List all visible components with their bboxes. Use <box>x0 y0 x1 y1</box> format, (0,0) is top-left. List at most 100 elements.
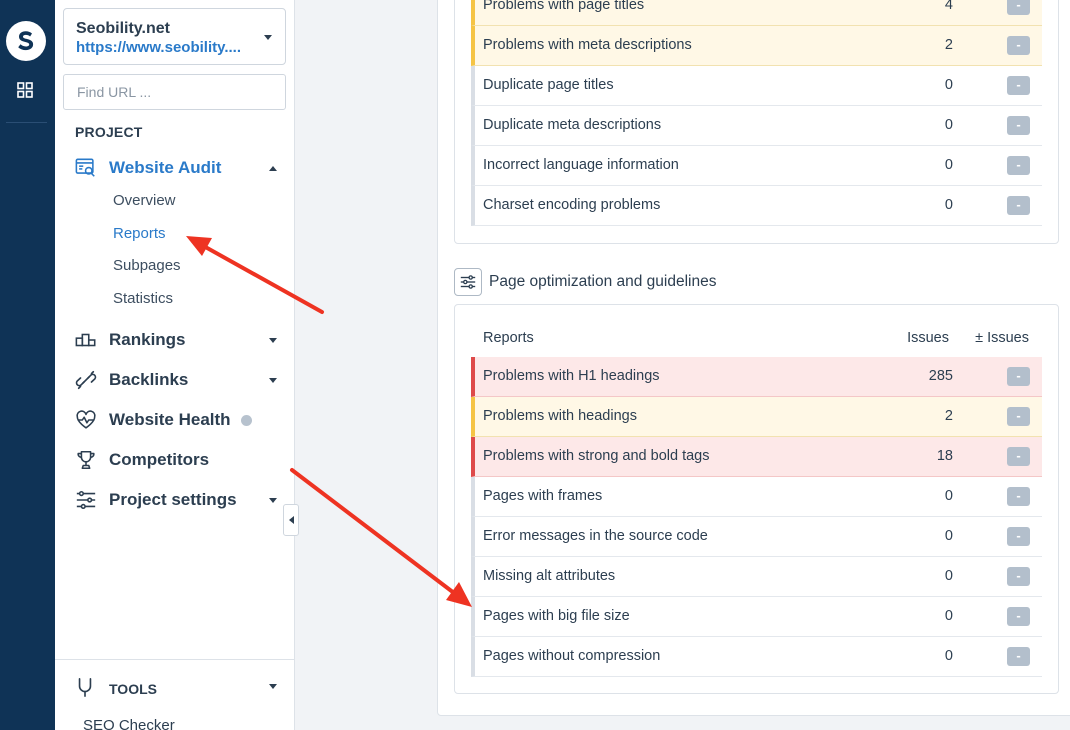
report-row[interactable]: Problems with page titles 4 - <box>471 0 1042 26</box>
nav-website-audit[interactable]: Website Audit <box>75 156 285 180</box>
tools-section-toggle[interactable]: TOOLS <box>75 676 285 702</box>
sub-item-reports[interactable]: Reports <box>113 225 166 242</box>
sub-item-statistics[interactable]: Statistics <box>113 290 173 307</box>
nav-competitors[interactable]: Competitors <box>75 448 285 472</box>
report-row[interactable]: Problems with meta descriptions 2 - <box>471 26 1042 66</box>
report-row[interactable]: Pages with big file size 0 - <box>471 597 1042 637</box>
find-url-input[interactable] <box>63 74 286 110</box>
nav-project-settings[interactable]: Project settings <box>75 488 285 512</box>
issue-diff-badge: - <box>1007 76 1030 95</box>
chevron-down-icon <box>269 378 277 383</box>
tools-item-seo-checker[interactable]: SEO Checker <box>83 717 175 730</box>
chevron-down-icon <box>269 498 277 503</box>
report-name[interactable]: Charset encoding problems <box>483 197 660 213</box>
report-row[interactable]: Problems with strong and bold tags 18 - <box>471 437 1042 477</box>
nav-label: Backlinks <box>109 370 189 389</box>
issue-count: 0 <box>944 117 953 133</box>
sliders-icon <box>75 489 97 511</box>
issue-diff-badge: - <box>1007 0 1030 15</box>
sub-item-overview[interactable]: Overview <box>113 192 176 209</box>
project-selector[interactable]: Seobility.net https://www.seobility.... <box>63 8 286 65</box>
section-label-project: PROJECT <box>75 124 143 140</box>
report-name[interactable]: Problems with meta descriptions <box>483 37 692 53</box>
report-row[interactable]: Duplicate meta descriptions 0 - <box>471 106 1042 146</box>
section-title: Page optimization and guidelines <box>489 273 717 290</box>
report-name[interactable]: Duplicate meta descriptions <box>483 117 661 133</box>
report-name[interactable]: Pages with big file size <box>483 608 630 624</box>
issue-count: 2 <box>944 408 953 424</box>
report-name[interactable]: Incorrect language information <box>483 157 679 173</box>
project-name: Seobility.net <box>76 20 170 37</box>
issue-diff-badge: - <box>1007 447 1030 466</box>
issue-diff-badge: - <box>1007 156 1030 175</box>
report-row[interactable]: Error messages in the source code 0 - <box>471 517 1042 557</box>
nav-backlinks[interactable]: Backlinks <box>75 368 285 392</box>
issue-diff-badge: - <box>1007 36 1030 55</box>
report-row[interactable]: Problems with headings 2 - <box>471 397 1042 437</box>
trophy-icon <box>75 449 97 471</box>
issue-count: 18 <box>936 448 953 464</box>
rankings-icon <box>75 329 97 351</box>
issue-count: 0 <box>944 608 953 624</box>
report-name[interactable]: Error messages in the source code <box>483 528 708 544</box>
issue-diff-badge: - <box>1007 567 1030 586</box>
report-row[interactable]: Pages with frames 0 - <box>471 477 1042 517</box>
chevron-left-icon <box>288 516 294 524</box>
project-url: https://www.seobility.... <box>76 39 242 56</box>
issue-count: 0 <box>944 197 953 213</box>
heart-pulse-icon <box>75 409 97 431</box>
sliders-icon <box>454 268 482 296</box>
issue-count: 2 <box>944 37 953 53</box>
sub-item-subpages[interactable]: Subpages <box>113 257 181 274</box>
issue-count: 0 <box>944 568 953 584</box>
nav-label: Project settings <box>109 490 237 509</box>
report-name[interactable]: Problems with strong and bold tags <box>483 448 710 464</box>
issue-count: 0 <box>944 528 953 544</box>
collapse-sidebar-button[interactable] <box>283 504 299 536</box>
issue-count: 0 <box>944 157 953 173</box>
column-header-diff[interactable]: ± Issues <box>975 330 1029 346</box>
magnet-icon <box>75 677 95 702</box>
nav-label: Rankings <box>109 330 186 349</box>
nav-label: Website Health <box>109 410 231 429</box>
grid-icon[interactable] <box>17 82 33 98</box>
issue-count: 0 <box>944 648 953 664</box>
tools-label: TOOLS <box>109 681 157 697</box>
table-header: Reports Issues ± Issues <box>471 322 1042 356</box>
issue-diff-badge: - <box>1007 607 1030 626</box>
nav-label: Website Audit <box>109 158 222 177</box>
rail-divider <box>6 122 47 123</box>
report-row[interactable]: Pages without compression 0 - <box>471 637 1042 677</box>
report-row[interactable]: Problems with H1 headings 285 - <box>471 357 1042 397</box>
chevron-down-icon <box>269 338 277 343</box>
sidebar: Seobility.net https://www.seobility.... … <box>55 0 295 730</box>
tools-divider <box>55 659 294 660</box>
report-name[interactable]: Pages with frames <box>483 488 602 504</box>
link-icon <box>75 369 97 391</box>
column-header-reports[interactable]: Reports <box>483 330 534 346</box>
nav-rankings[interactable]: Rankings <box>75 328 285 352</box>
issue-count: 0 <box>944 77 953 93</box>
report-row[interactable]: Missing alt attributes 0 - <box>471 557 1042 597</box>
report-row[interactable]: Incorrect language information 0 - <box>471 146 1042 186</box>
nav-website-health[interactable]: Website Health <box>75 408 285 432</box>
seobility-logo-icon[interactable] <box>6 21 46 61</box>
page-optimization-header: Page optimization and guidelines <box>454 268 717 296</box>
report-name[interactable]: Pages without compression <box>483 648 660 664</box>
column-header-issues[interactable]: Issues <box>907 330 949 346</box>
issue-diff-badge: - <box>1007 487 1030 506</box>
nav-label: Competitors <box>109 450 210 469</box>
report-name[interactable]: Problems with headings <box>483 408 637 424</box>
report-name[interactable]: Problems with page titles <box>483 0 644 13</box>
audit-icon <box>75 157 97 179</box>
chevron-down-icon <box>269 684 277 689</box>
report-name[interactable]: Missing alt attributes <box>483 568 615 584</box>
report-row[interactable]: Charset encoding problems 0 - <box>471 186 1042 226</box>
issue-diff-badge: - <box>1007 527 1030 546</box>
issue-diff-badge: - <box>1007 367 1030 386</box>
chevron-down-icon <box>264 35 272 40</box>
report-name[interactable]: Duplicate page titles <box>483 77 614 93</box>
report-name[interactable]: Problems with H1 headings <box>483 368 660 384</box>
report-row[interactable]: Duplicate page titles 0 - <box>471 66 1042 106</box>
issue-diff-badge: - <box>1007 116 1030 135</box>
